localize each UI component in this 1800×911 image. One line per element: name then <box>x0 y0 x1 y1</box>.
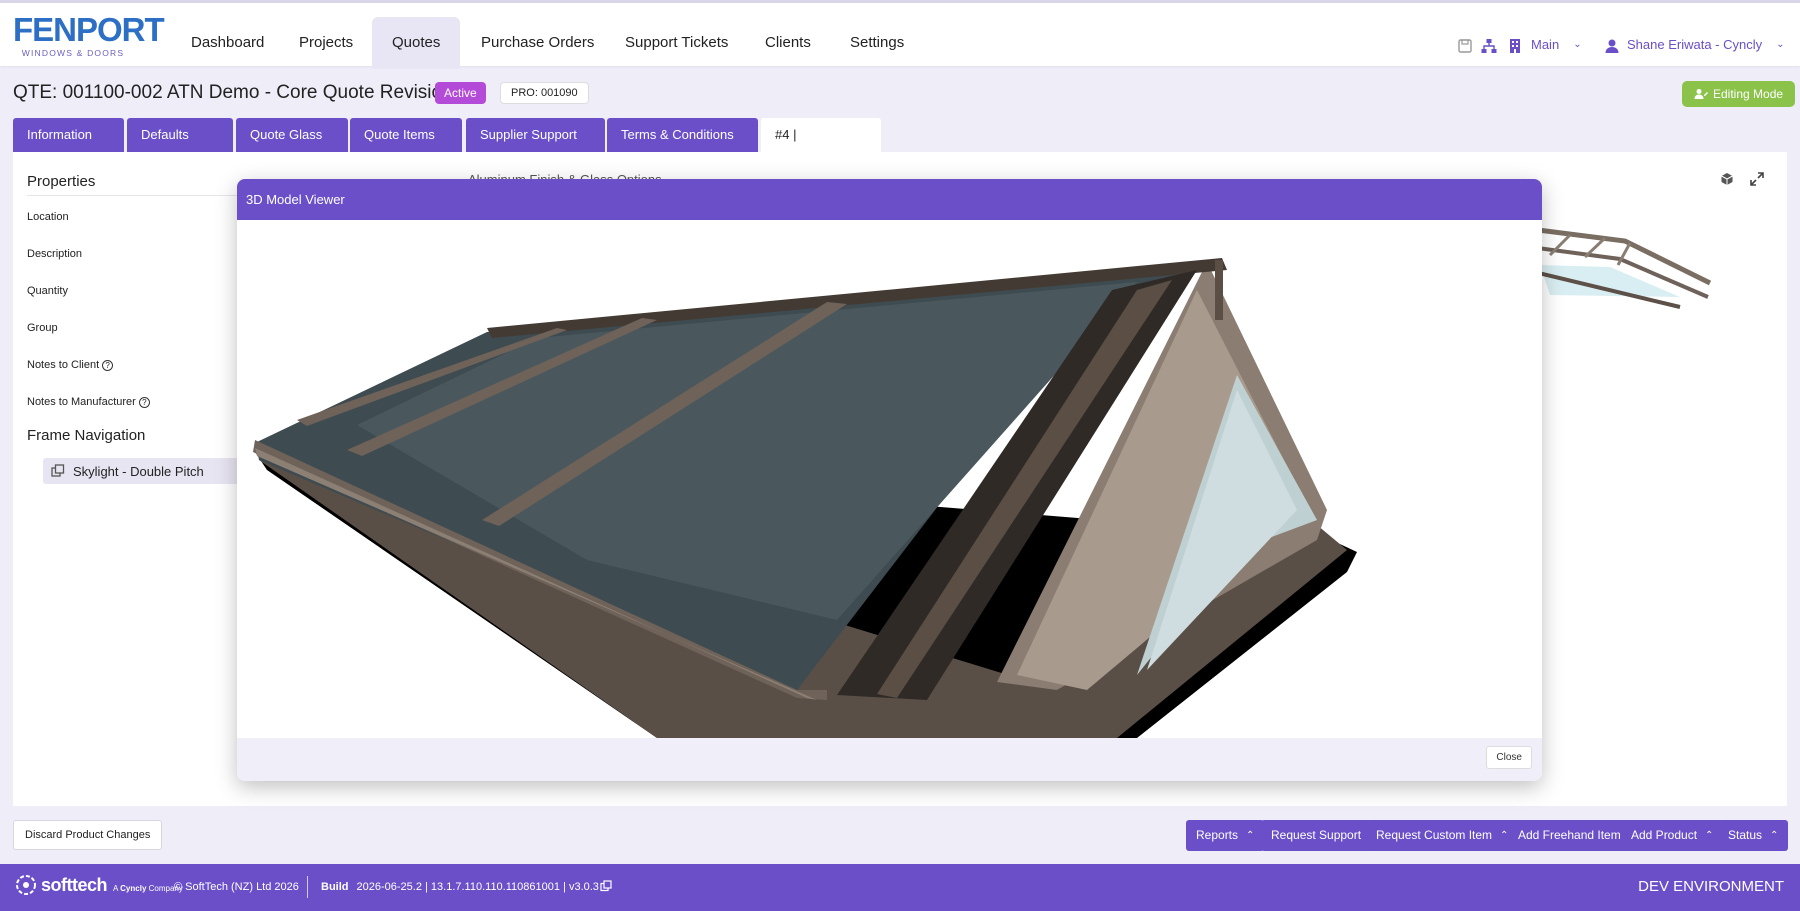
frame-item-skylight[interactable]: Skylight - Double Pitch <box>43 458 253 484</box>
notes-to-client-label: Notes to Client? <box>27 359 114 371</box>
help-icon[interactable]: ? <box>102 359 114 371</box>
quantity-label: Quantity <box>27 285 68 297</box>
frame-navigation-title: Frame Navigation <box>27 427 146 444</box>
nav-clients[interactable]: Clients <box>745 17 831 69</box>
nav-settings[interactable]: Settings <box>830 17 924 69</box>
branch-selector[interactable]: Main ⌄ <box>1531 32 1582 56</box>
copy-icon <box>51 464 65 477</box>
footer-divider <box>307 876 308 898</box>
cube-icon[interactable] <box>1720 172 1734 189</box>
pro-badge: PRO: 001090 <box>500 82 589 104</box>
properties-title: Properties <box>27 173 96 190</box>
status-badge: Active <box>435 82 486 104</box>
tab-location[interactable]: #4 | Location✕ <box>761 118 881 177</box>
user-menu[interactable]: Shane Eriwata - Cyncly ⌄ <box>1627 32 1785 56</box>
background-skylight-preview <box>1530 226 1713 335</box>
building-icon <box>1506 34 1524 58</box>
discard-product-changes-button[interactable]: Discard Product Changes <box>13 820 163 850</box>
close-button[interactable]: Close <box>1486 746 1532 769</box>
status-button[interactable]: Status ⌃ <box>1718 820 1789 851</box>
editing-mode-label: Editing Mode <box>1713 87 1784 101</box>
frame-item-label: Skylight - Double Pitch <box>73 463 204 479</box>
add-freehand-item-label: Add Freehand Item <box>1518 828 1621 842</box>
location-label: Location <box>27 211 69 223</box>
chevron-up-icon: ⌃ <box>1246 830 1255 841</box>
request-support-label: Request Support <box>1271 828 1362 842</box>
page-title: QTE: 001100-002 ATN Demo - Core Quote Re… <box>13 82 469 103</box>
footer: softtech A Cyncly Company © SoftTech (NZ… <box>0 864 1800 911</box>
tab-defaults[interactable]: Defaults <box>127 118 233 152</box>
softtech-logo-mark <box>16 875 36 895</box>
modal-footer: Close <box>237 738 1542 781</box>
chevron-up-icon: ⌃ <box>1770 830 1779 841</box>
logo-wordmark: FENPORT <box>13 11 165 48</box>
build-info: Build 2026-06-25.2 | 13.1.7.110.110.11086… <box>321 881 599 893</box>
user-edit-icon <box>1694 89 1708 99</box>
fenport-logo[interactable]: FENPORT WINDOWS & DOORS <box>13 11 165 59</box>
user-name: Shane Eriwata - Cyncly <box>1627 36 1763 52</box>
nav-dashboard[interactable]: Dashboard <box>171 17 284 69</box>
branch-label: Main <box>1531 36 1560 52</box>
add-freehand-item-button[interactable]: Add Freehand Item <box>1508 820 1631 851</box>
notes-to-manufacturer-label: Notes to Manufacturer? <box>27 396 150 408</box>
reports-label: Reports <box>1196 828 1239 842</box>
environment-label: DEV ENVIRONMENT <box>1638 878 1784 895</box>
skylight-3d-model[interactable] <box>237 220 1542 738</box>
sitemap-icon[interactable] <box>1480 34 1498 58</box>
add-product-button[interactable]: Add Product ⌃ <box>1621 820 1724 851</box>
modal-title: 3D Model Viewer <box>237 179 1542 220</box>
logo-tagline: WINDOWS & DOORS <box>21 48 125 58</box>
nav-support-tickets[interactable]: Support Tickets <box>605 17 748 69</box>
model-viewer-modal: 3D Model Viewer Close <box>237 179 1542 781</box>
tab-information[interactable]: Information <box>13 118 124 152</box>
help-icon[interactable]: ? <box>138 396 150 408</box>
softtech-logo: softtech A Cyncly Company <box>15 874 183 896</box>
tab-quote-glass[interactable]: Quote Glass <box>236 118 348 152</box>
chevron-up-icon: ⌃ <box>1705 830 1714 841</box>
nav-quotes[interactable]: Quotes <box>372 17 461 69</box>
chevron-down-icon: ⌄ <box>1776 38 1785 50</box>
expand-icon[interactable] <box>1750 172 1764 189</box>
group-label: Group <box>27 322 58 334</box>
divider <box>27 195 247 196</box>
tab-quote-items[interactable]: Quote Items <box>350 118 462 152</box>
top-navbar: FENPORT WINDOWS & DOORS Dashboard Projec… <box>0 0 1800 69</box>
user-icon <box>1603 34 1621 58</box>
add-product-label: Add Product <box>1631 828 1698 842</box>
editing-mode-button[interactable]: Editing Mode <box>1682 81 1796 107</box>
description-label: Description <box>27 248 83 260</box>
request-custom-item-button[interactable]: Request Custom Item ⌃ <box>1366 820 1519 851</box>
copyright-text: © SoftTech (NZ) Ltd 2026 <box>174 881 299 893</box>
tab-terms-conditions[interactable]: Terms & Conditions <box>607 118 758 152</box>
model-viewer-canvas[interactable] <box>237 220 1542 738</box>
nav-purchase-orders[interactable]: Purchase Orders <box>461 17 614 69</box>
request-support-button[interactable]: Request Support <box>1261 820 1372 851</box>
footer-logo-text: softtech <box>41 874 108 895</box>
tab-supplier-support[interactable]: Supplier Support <box>466 118 605 152</box>
save-icon[interactable] <box>1456 34 1474 58</box>
copy-icon[interactable] <box>600 880 612 895</box>
status-label: Status <box>1728 828 1763 842</box>
nav-projects[interactable]: Projects <box>279 17 373 69</box>
footer-logo-sub: A Cyncly Company <box>113 883 183 893</box>
reports-button[interactable]: Reports ⌃ <box>1186 820 1265 851</box>
request-custom-item-label: Request Custom Item <box>1376 828 1493 842</box>
chevron-down-icon: ⌄ <box>1573 38 1582 50</box>
